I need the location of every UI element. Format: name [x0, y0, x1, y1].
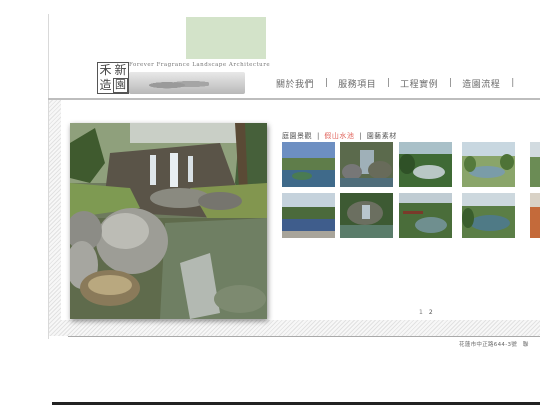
logo-char-2: 新 — [114, 63, 127, 77]
nav-services[interactable]: 服務項目 — [338, 77, 376, 90]
thumbnail-image — [530, 193, 540, 238]
gallery-thumbnail[interactable] — [340, 193, 393, 238]
nav-about[interactable]: 關於我們 — [276, 77, 314, 90]
gallery-thumbnail[interactable] — [282, 193, 335, 238]
nav-separator: | — [449, 78, 453, 88]
gallery-thumbnail[interactable] — [399, 142, 452, 187]
gallery-thumbnail[interactable] — [530, 142, 540, 187]
thumbnail-image — [399, 142, 452, 187]
gallery-category-tabs: 庭園景觀 | 假山水池 | 園藝素材 — [282, 131, 397, 141]
gallery-thumbnail[interactable] — [462, 142, 515, 187]
logo-seal: 禾 新 造 園 — [97, 62, 129, 94]
thumbnail-image — [340, 142, 393, 187]
gallery-thumbnail[interactable] — [530, 193, 540, 238]
logo-english-name: Forever Fragrance Landscape Architecture — [129, 62, 271, 68]
main-nav: 關於我們 | 服務項目 | 工程實例 | 造園流程 | — [276, 77, 524, 90]
tab-separator: | — [317, 132, 320, 140]
gallery-pagination: 1 2 — [419, 309, 433, 316]
featured-photo-illustration — [70, 123, 267, 319]
footer-address: 花蓮市中正路644-3號 聯 — [459, 342, 529, 348]
thumbnail-image — [282, 142, 335, 187]
thumbnail-image — [340, 193, 393, 238]
logo-char-1: 禾 — [99, 63, 112, 77]
thumbnail-image — [462, 142, 515, 187]
nav-projects[interactable]: 工程實例 — [400, 77, 438, 90]
logo-scenery-image — [129, 72, 245, 94]
tab-gardening-materials[interactable]: 園藝素材 — [367, 131, 397, 141]
logo-char-4: 園 — [113, 78, 128, 93]
gallery-thumbnail[interactable] — [462, 193, 515, 238]
logo-char-3: 造 — [99, 78, 112, 92]
tab-separator: | — [359, 132, 362, 140]
featured-garden-photo[interactable] — [70, 123, 267, 319]
tab-garden-landscape[interactable]: 庭園景觀 — [282, 131, 312, 141]
thumbnail-image — [462, 193, 515, 238]
page-2-link[interactable]: 2 — [429, 309, 433, 316]
thumbnail-image — [399, 193, 452, 238]
nav-separator: | — [387, 78, 391, 88]
nav-separator: | — [511, 78, 515, 88]
gallery-thumbnail[interactable] — [399, 193, 452, 238]
site-logo[interactable]: 禾 新 造 園 Forever Fragrance Landscape Arch… — [97, 62, 270, 94]
gallery-thumbnail[interactable] — [282, 142, 335, 187]
nav-separator: | — [325, 78, 329, 88]
nav-process[interactable]: 造園流程 — [462, 77, 500, 90]
page-1-link[interactable]: 1 — [419, 309, 423, 316]
thumbnail-image — [282, 193, 335, 238]
thumbnail-image — [530, 142, 540, 187]
footer-divider — [68, 336, 540, 337]
tab-rockery-pond[interactable]: 假山水池 — [324, 131, 354, 141]
gallery-thumbnail[interactable] — [340, 142, 393, 187]
banner-placeholder — [186, 17, 266, 59]
thumbnail-grid — [282, 142, 540, 242]
